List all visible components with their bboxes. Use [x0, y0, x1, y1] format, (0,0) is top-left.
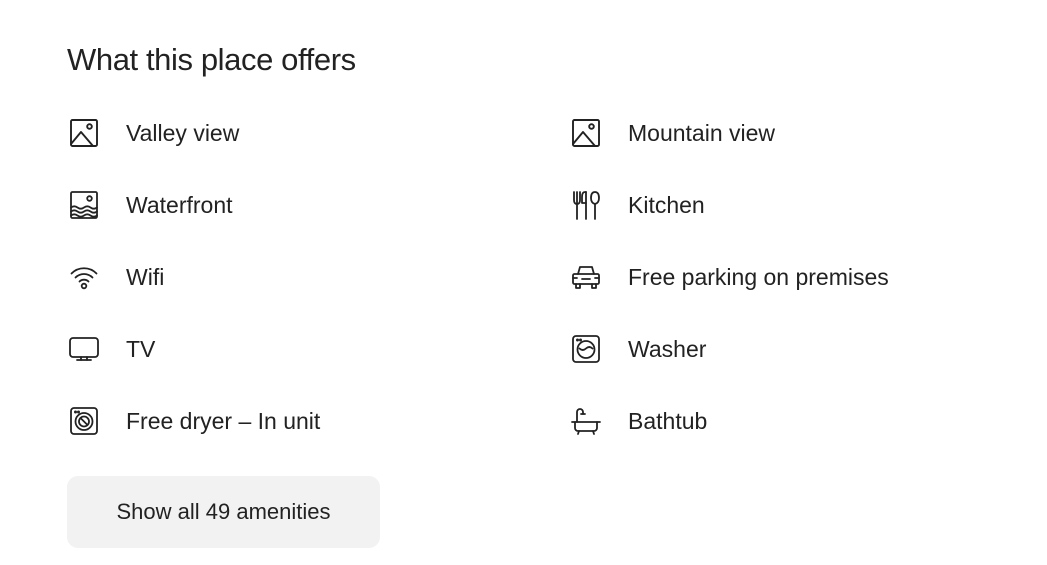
waterfront-icon	[67, 188, 101, 222]
car-icon	[569, 260, 603, 294]
amenity-label: Mountain view	[628, 120, 776, 146]
amenity-valley-view: Valley view	[67, 112, 569, 154]
amenity-washer: Washer	[569, 328, 1027, 370]
show-all-amenities-button[interactable]: Show all 49 amenities	[67, 476, 380, 548]
kitchen-utensils-icon	[569, 188, 603, 222]
amenity-wifi: Wifi	[67, 256, 569, 298]
amenity-label: Kitchen	[628, 192, 705, 218]
landscape-view-icon	[569, 116, 603, 150]
dryer-icon	[67, 404, 101, 438]
amenity-mountain-view: Mountain view	[569, 112, 1027, 154]
amenity-bathtub: Bathtub	[569, 400, 1027, 442]
wifi-icon	[67, 260, 101, 294]
amenity-label: TV	[126, 336, 156, 362]
bathtub-icon	[569, 404, 603, 438]
amenities-section: What this place offers Valley view Mount…	[0, 0, 1047, 565]
section-title: What this place offers	[67, 42, 356, 77]
amenity-label: Free parking on premises	[628, 264, 889, 290]
amenity-label: Valley view	[126, 120, 240, 146]
amenity-free-dryer: Free dryer – In unit	[67, 400, 569, 442]
amenity-tv: TV	[67, 328, 569, 370]
landscape-view-icon	[67, 116, 101, 150]
amenity-kitchen: Kitchen	[569, 184, 1027, 226]
washer-icon	[569, 332, 603, 366]
amenity-free-parking: Free parking on premises	[569, 256, 1027, 298]
amenity-label: Washer	[628, 336, 707, 362]
amenity-waterfront: Waterfront	[67, 184, 569, 226]
amenity-label: Free dryer – In unit	[126, 408, 321, 434]
tv-icon	[67, 332, 101, 366]
amenity-label: Bathtub	[628, 408, 708, 434]
amenity-label: Wifi	[126, 264, 165, 290]
amenities-list: Valley view Mountain view Waterfront Kit…	[67, 112, 1027, 472]
amenity-label: Waterfront	[126, 192, 233, 218]
